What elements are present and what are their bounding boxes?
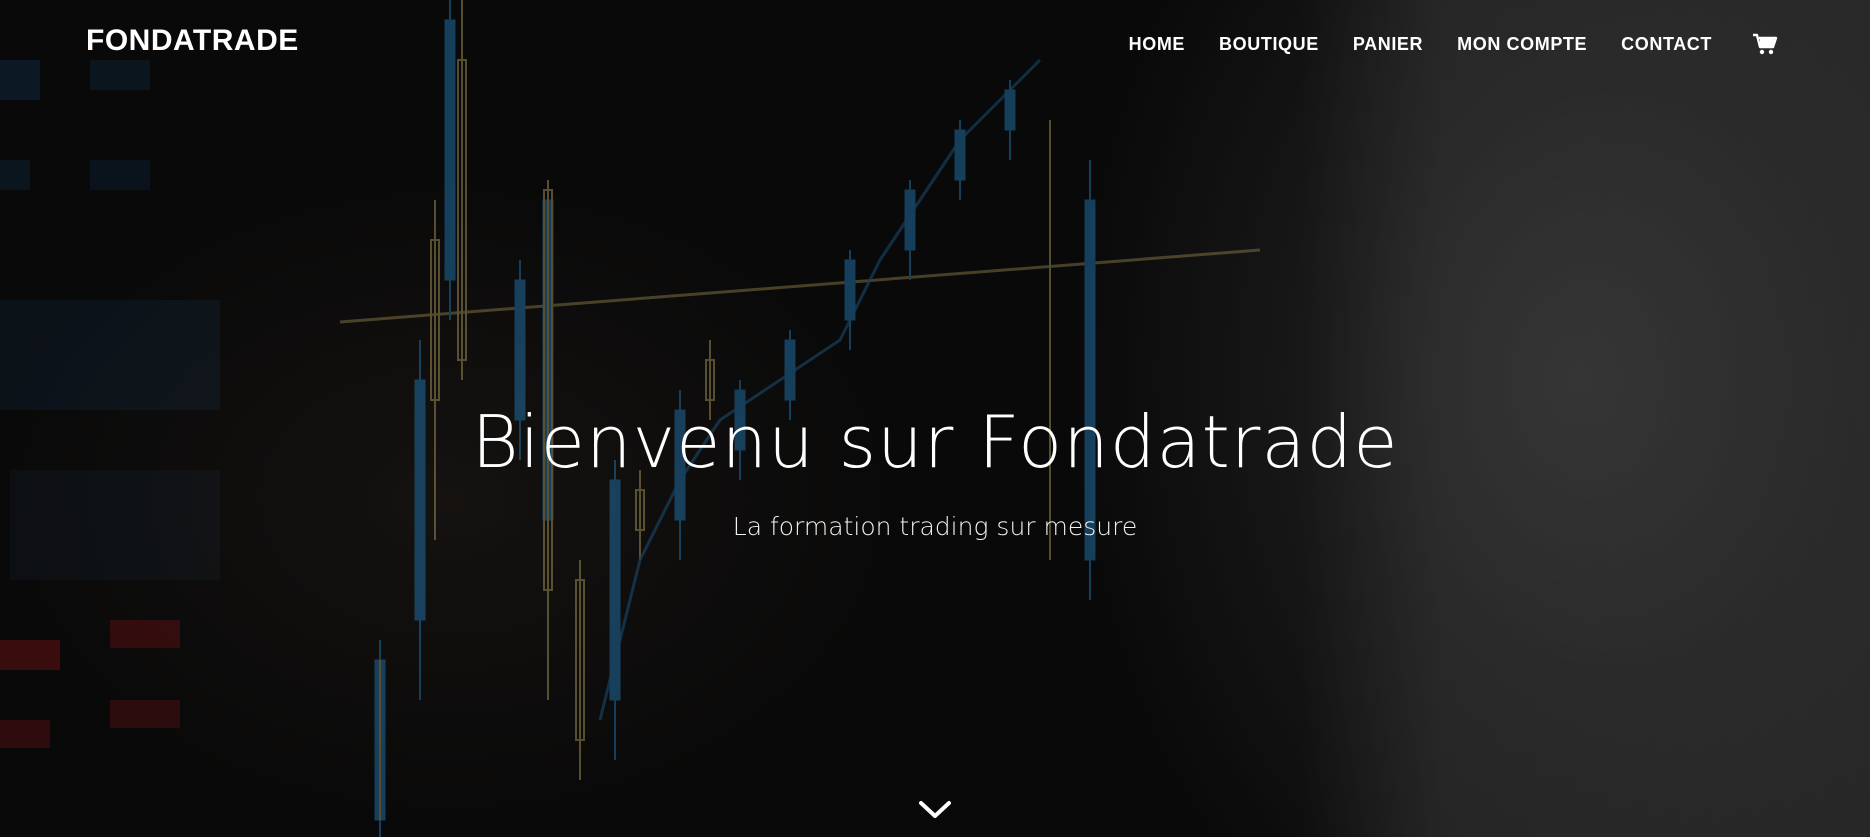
- hero-title: Bienvenu sur Fondatrade: [471, 400, 1399, 484]
- main-menu: HOME BOUTIQUE PANIER MON COMPTE CONTACT: [1129, 0, 1870, 88]
- site-logo[interactable]: FONDATRADE: [86, 24, 299, 58]
- nav-item-panier[interactable]: PANIER: [1353, 34, 1423, 55]
- nav-item-contact[interactable]: CONTACT: [1621, 34, 1712, 55]
- top-navbar: FONDATRADE HOME BOUTIQUE PANIER MON COMP…: [0, 0, 1870, 88]
- hero-subtitle: La formation trading sur mesure: [732, 512, 1138, 541]
- nav-item-mon-compte[interactable]: MON COMPTE: [1457, 34, 1587, 55]
- nav-item-boutique[interactable]: BOUTIQUE: [1219, 34, 1319, 55]
- chevron-down-icon[interactable]: [917, 796, 953, 822]
- nav-item-home[interactable]: HOME: [1129, 34, 1185, 55]
- hero-section: FONDATRADE HOME BOUTIQUE PANIER MON COMP…: [0, 0, 1870, 837]
- shopping-cart-icon[interactable]: [1752, 31, 1778, 57]
